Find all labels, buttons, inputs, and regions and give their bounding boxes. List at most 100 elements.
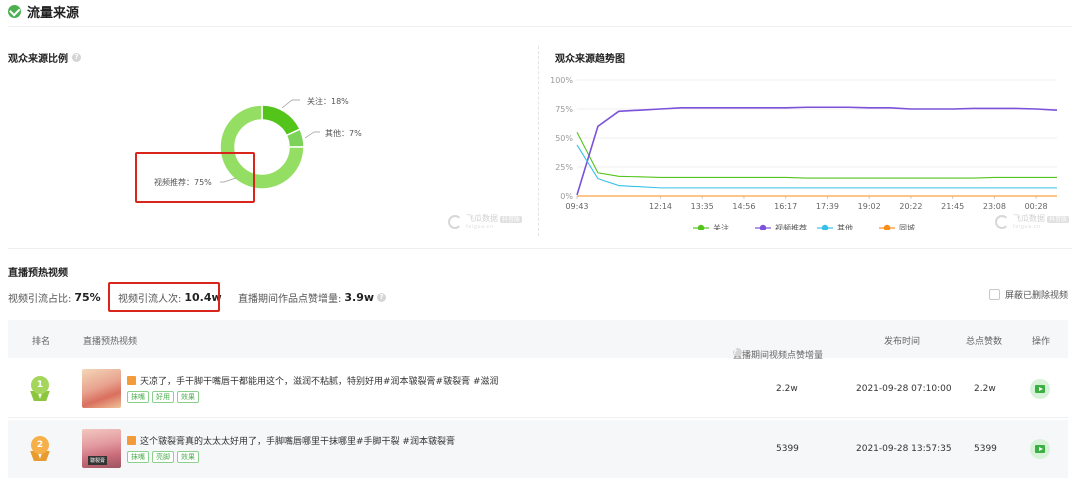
y-tick-label: 50% [555,134,573,143]
video-title-text: 天凉了，手干脚干嘴唇干都能用这个，滋润不粘腻，特别好用#润本皲裂膏#皲裂膏 #滋… [140,377,499,387]
section-divider [8,248,1072,249]
header-video: 直播预热视频 [83,337,138,347]
video-tags: 抹嘴 亮脚 效果 [127,451,199,463]
video-title[interactable]: 这个皲裂膏真的太太太好用了，手脚嘴唇哪里干抹哪里#手脚干裂 #润本皲裂膏 [127,434,455,447]
series-line-1 [576,106,1058,196]
video-title[interactable]: 天凉了，手干脚干嘴唇干都能用这个，滋润不粘腻，特别好用#润本皲裂膏#皲裂膏 #滋… [127,374,499,387]
table-header: 排名 直播预热视频 直播期间视频点赞增量? 发布时间 总点赞数 操作 [8,320,1068,361]
x-tick-label: 09:43 [565,202,588,211]
x-tick-label: 17:39 [816,202,839,211]
leader-line-other [304,131,320,139]
legend-label[interactable]: 其他 [837,223,853,230]
top-divider [8,26,1072,27]
rank-medal-icon: 1 [29,374,51,402]
series-line-0 [576,131,1057,179]
publish-time-value: 2021-09-28 13:57:35 [856,444,952,454]
rank-medal-icon: 2 [29,434,51,462]
douyin-icon [127,436,136,445]
help-icon[interactable]: ? [377,293,387,302]
x-tick-label: 16:17 [774,202,797,211]
video-tag: 抹嘴 [127,391,149,403]
publish-time-value: 2021-09-28 07:10:00 [856,384,952,394]
feigua-logo-icon [995,215,1009,229]
watermark-left: 飞瓜数据 抖音版 feigua.cn [448,214,523,230]
watermark-badge: 抖音版 [1047,216,1070,223]
legend-swatch-dot [883,224,891,230]
total-likes-value: 5399 [974,444,997,454]
source-trend-title: 观众来源趋势图 [555,54,625,65]
legend-label[interactable]: 视频推荐 [775,223,807,230]
help-icon[interactable]: ? [733,348,742,357]
y-tick-label: 25% [555,163,573,172]
likes-inc-value: 2.2w [776,384,798,394]
video-tag: 亮脚 [152,451,174,463]
source-ratio-title: 观众来源比例 ? [8,50,81,65]
play-video-button[interactable] [1030,439,1050,459]
video-tag: 好用 [152,391,174,403]
legend-label[interactable]: 同城 [899,224,915,230]
section-title: 流量来源 [27,5,80,21]
likes-inc-value: 5399 [776,444,799,454]
video-tags: 抹嘴 好用 效果 [127,391,199,403]
legend-label[interactable]: 关注 [713,223,729,230]
watermark-text: 飞瓜数据 [466,214,498,223]
x-tick-label: 14:56 [732,202,755,211]
leaf-icon [8,4,21,18]
legend-swatch-dot [697,224,705,230]
donut-label-other: 其他：7% [325,129,362,138]
stat-ratio: 视频引流占比: 75% [8,290,101,305]
rank-number: 1 [31,376,49,394]
leader-line-follow [281,99,300,109]
stat-ratio-label: 视频引流占比: [8,294,72,305]
header-publish-time: 发布时间 [884,337,921,347]
preheat-title: 直播预热视频 [8,268,68,279]
video-thumbnail[interactable]: 皲裂膏 [82,429,121,468]
hide-deleted-checkbox[interactable] [988,289,1000,300]
header-rank: 排名 [32,337,51,347]
hide-deleted-label: 屏蔽已删除视频 [1004,291,1068,301]
stat-likes-value: 3.9w [344,291,375,304]
watermark-sub: feigua.cn [466,224,494,230]
feigua-logo-icon [448,215,462,229]
stat-likes: 直播期间作品点赞增量: 3.9w ? [238,290,387,305]
video-title-text: 这个皲裂膏真的太太太好用了，手脚嘴唇哪里干抹哪里#手脚干裂 #润本皲裂膏 [140,437,455,447]
watermark-right: 飞瓜数据 抖音版 feigua.cn [995,214,1070,230]
video-thumbnail[interactable] [82,369,121,408]
table-row[interactable]: 2 皲裂膏 这个皲裂膏真的太太太好用了，手脚嘴唇哪里干抹哪里#手脚干裂 #润本皲… [8,420,1068,478]
total-likes-value: 2.2w [974,384,996,394]
video-tag: 效果 [177,391,199,403]
highlight-box-recommend [135,152,255,203]
x-tick-label: 21:45 [941,202,964,211]
source-ratio-title-text: 观众来源比例 [8,54,68,65]
highlight-box-count [108,282,220,312]
help-icon[interactable]: ? [72,53,81,62]
hide-deleted-toggle[interactable]: 屏蔽已删除视频 [988,288,1068,301]
legend-swatch-dot [821,224,829,230]
table-row[interactable]: 1 天凉了，手干脚干嘴唇干都能用这个，滋润不粘腻，特别好用#润本皲裂膏#皲裂膏 … [8,360,1068,418]
stat-ratio-value: 75% [74,291,101,304]
source-trend-chart: 0% 25% 50% 75% 100% 09:43 12:14 13:35 14:56 16:17… [550,76,1058,230]
header-total-likes: 总点赞数 [966,337,1003,347]
legend-swatch-dot [759,224,767,230]
y-tick-label: 0% [560,192,573,201]
y-tick-label: 100% [550,76,573,85]
x-tick-label: 20:22 [899,202,922,211]
watermark-sub: feigua.cn [1013,224,1041,230]
x-tick-label: 00:28 [1025,202,1048,211]
donut-label-follow: 关注：18% [307,97,349,106]
x-tick-label: 13:35 [691,202,714,211]
play-video-button[interactable] [1030,379,1050,399]
rank-number: 2 [31,436,49,454]
video-tag: 效果 [177,451,199,463]
douyin-icon [127,376,136,385]
panel-divider [538,46,539,236]
x-tick-label: 12:14 [649,202,672,211]
x-tick-label: 19:02 [858,202,881,211]
watermark-badge: 抖音版 [500,216,523,223]
thumbnail-label: 皲裂膏 [88,456,108,465]
x-tick-label: 23:08 [983,202,1006,211]
y-tick-label: 75% [555,105,573,114]
watermark-text: 飞瓜数据 [1013,214,1045,223]
stat-likes-label: 直播期间作品点赞增量: [238,294,342,305]
section-header: 流量来源 [8,0,79,22]
